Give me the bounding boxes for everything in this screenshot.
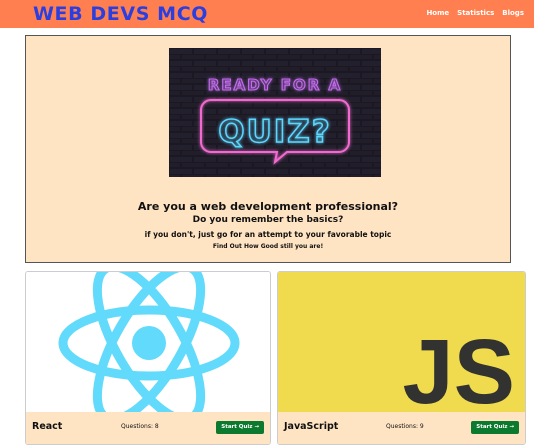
javascript-logo-icon: JS [278,272,525,423]
nav-blogs-link[interactable]: Blogs [502,9,524,17]
banner-line1-text: READY FOR A [208,76,342,94]
quiz-card-react: React Questions: 8 Start Quiz → [25,271,271,445]
nav-links: Home Statistics Blogs [426,9,524,17]
hero-line4: Find Out How Good still you are! [212,243,324,250]
brand-logo[interactable]: WEB DEVS MCQ [33,3,208,25]
card-title: React [32,421,63,432]
quiz-banner-image: READY FOR A QUIZ? [169,48,381,177]
hero-line3: if you don't, just go for an attempt to … [144,230,392,239]
hero-subtitle: Do you remember the basics? [192,215,344,225]
start-quiz-button[interactable]: Start Quiz → [216,421,264,434]
question-count: Questions: 9 [386,423,424,430]
card-footer: React Questions: 8 Start Quiz → [26,412,270,444]
question-count: Questions: 8 [121,423,159,430]
hero-section: READY FOR A QUIZ? Are you a web developm… [25,35,511,263]
js-logo-text: JS [402,321,515,412]
hero-title: Are you a web development professional? [137,200,399,213]
card-footer: JavaScript Questions: 9 Start Quiz → [278,412,525,444]
banner-quiz-text: QUIZ? [218,114,332,150]
start-quiz-button[interactable]: Start Quiz → [471,421,519,434]
react-logo-icon [26,272,270,424]
card-title: JavaScript [284,421,339,432]
nav-statistics-link[interactable]: Statistics [457,9,494,17]
quiz-card-javascript: JS JavaScript Questions: 9 Start Quiz → [277,271,526,445]
navbar: WEB DEVS MCQ Home Statistics Blogs [0,0,534,28]
nav-home-link[interactable]: Home [426,9,449,17]
